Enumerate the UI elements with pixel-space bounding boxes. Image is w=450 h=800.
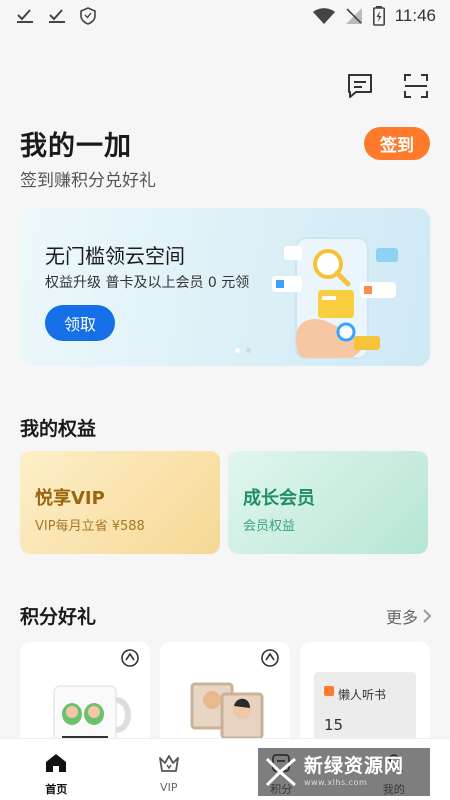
download-complete-icon: [17, 9, 33, 23]
audiobook-label: 懒人听书: [338, 688, 387, 702]
page-title: 我的一加: [20, 131, 132, 162]
more-link[interactable]: 更多: [386, 604, 432, 628]
watermark-text: 新绿资源网: [304, 755, 405, 777]
vip-card-title: 悦享VIP: [35, 488, 105, 509]
status-bar: 11:46: [0, 0, 450, 32]
shield-icon: [80, 7, 96, 25]
page-subtitle: 签到赚积分兑好礼: [20, 171, 156, 191]
watermark-logo-icon: [265, 757, 296, 787]
home-icon: [46, 754, 67, 772]
banner-subtitle: 权益升级 普卡及以上会员 0 元领: [45, 275, 250, 291]
crown-icon: [158, 755, 179, 772]
nav-label-vip: VIP: [160, 781, 178, 794]
more-label: 更多: [385, 608, 418, 627]
promo-banner[interactable]: 无门槛领云空间 权益升级 普卡及以上会员 0 元领 领取: [20, 208, 430, 366]
growth-card-subtitle: 会员权益: [243, 519, 296, 534]
claim-button[interactable]: 领取: [45, 305, 115, 341]
carousel-dot[interactable]: [235, 348, 240, 353]
watermark: 新绿资源网 www.xlhs.com: [258, 748, 430, 796]
nav-item-vip[interactable]: VIP: [113, 739, 226, 800]
chevron-right-icon: [423, 609, 432, 623]
watermark-url: www.xlhs.com: [304, 778, 368, 787]
clock: 11:46: [394, 6, 436, 25]
vip-benefit-card[interactable]: 悦享VIP VIP每月立省 ¥588: [20, 451, 220, 554]
vip-card-subtitle: VIP每月立省 ¥588: [35, 519, 145, 534]
message-icon[interactable]: [346, 72, 374, 100]
banner-title: 无门槛领云空间: [45, 244, 185, 268]
audiobook-badge: 15: [324, 716, 344, 734]
gifts-section-title: 积分好礼: [20, 606, 97, 628]
top-actions: [346, 72, 430, 100]
battery-icon: [372, 6, 385, 26]
cloud-storage-illustration: [272, 237, 398, 359]
scan-icon[interactable]: [402, 72, 430, 100]
nav-item-home[interactable]: 首页: [0, 739, 113, 800]
sign-in-button[interactable]: 签到: [364, 127, 430, 160]
growth-card-title: 成长会员: [243, 488, 315, 509]
growth-member-card[interactable]: 成长会员 会员权益: [228, 451, 428, 554]
carousel-dot[interactable]: [246, 348, 251, 353]
download-complete-icon: [49, 9, 65, 23]
nav-label-home: 首页: [45, 783, 68, 796]
wifi-icon: [312, 8, 335, 24]
no-signal-icon: [345, 8, 362, 24]
benefits-section-title: 我的权益: [20, 418, 97, 440]
carousel-dots: [235, 348, 251, 353]
